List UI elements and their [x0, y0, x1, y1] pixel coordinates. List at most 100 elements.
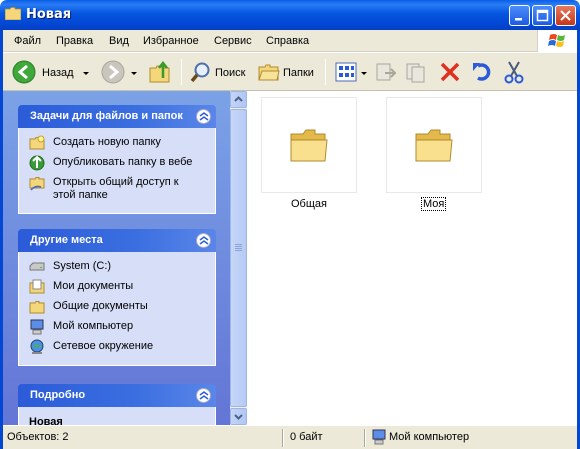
folder-item-moya[interactable]: [386, 97, 482, 193]
file-tasks-panel: Задачи для файлов и папок Создать новую …: [18, 105, 216, 214]
search-label: Поиск: [215, 67, 246, 79]
task-publish-web[interactable]: Опубликовать папку в вебе: [29, 154, 215, 174]
my-documents-icon: [29, 279, 45, 294]
details-name: Новая: [29, 416, 63, 425]
place-label[interactable]: Мой компьютер: [53, 320, 133, 332]
folder-item-obshchaya[interactable]: [261, 97, 357, 193]
folder-icon: [290, 129, 328, 162]
share-folder-icon: [29, 177, 45, 191]
collapse-chevron-icon[interactable]: [196, 388, 211, 403]
place-label[interactable]: Сетевое окружение: [53, 340, 153, 352]
folder-icon: [5, 7, 21, 20]
task-label[interactable]: Создать новую папку: [53, 136, 161, 148]
thumb-grip: [235, 246, 242, 247]
my-computer-icon: [372, 429, 386, 445]
maximize-button[interactable]: [532, 5, 553, 26]
search-button[interactable]: Поиск: [187, 57, 249, 87]
folders-button[interactable]: Папки: [255, 57, 321, 87]
scroll-thumb[interactable]: [230, 109, 247, 407]
details-header[interactable]: Подробно: [18, 384, 216, 407]
drive-icon: [29, 262, 45, 271]
place-my-documents[interactable]: Мои документы: [29, 278, 215, 298]
file-tasks-header[interactable]: Задачи для файлов и папок: [18, 105, 216, 128]
scroll-up-button[interactable]: [230, 91, 247, 108]
place-label[interactable]: Общие документы: [53, 300, 148, 312]
search-icon: [190, 62, 210, 83]
task-label[interactable]: Открыть общий доступ к этой папке: [53, 176, 203, 202]
copy-to-icon[interactable]: [405, 61, 427, 83]
place-network[interactable]: Сетевое окружение: [29, 338, 215, 358]
details-title: Подробно: [30, 389, 86, 401]
task-share-folder[interactable]: Открыть общий доступ к этой папке: [29, 174, 215, 206]
windows-flag-icon: [548, 34, 565, 47]
back-label: Назад: [42, 67, 74, 79]
details-body: Новая: [18, 407, 216, 425]
other-places-title: Другие места: [30, 234, 103, 246]
details-panel: Подробно Новая: [18, 384, 216, 425]
shared-documents-icon: [29, 301, 45, 314]
other-places-header[interactable]: Другие места: [18, 229, 216, 252]
chevron-down-icon: [234, 414, 243, 420]
task-pane-scrollbar[interactable]: [230, 91, 247, 425]
other-places-panel: Другие места System (C:) Мои документы О…: [18, 229, 216, 366]
toolbar: Назад Поиск Папки: [3, 53, 577, 91]
scroll-down-button[interactable]: [230, 408, 247, 425]
task-new-folder[interactable]: Создать новую папку: [29, 134, 215, 154]
task-pane: Задачи для файлов и папок Создать новую …: [3, 91, 230, 425]
total-size: 0 байт: [290, 431, 323, 443]
my-computer-icon: [30, 319, 44, 335]
folder-label[interactable]: Моя: [420, 197, 447, 211]
minimize-icon: [515, 18, 522, 21]
delete-icon[interactable]: [439, 61, 461, 83]
views-dropdown-icon[interactable]: [361, 72, 367, 75]
title-bar[interactable]: Новая: [0, 0, 580, 30]
toolbar-separator: [181, 59, 182, 85]
windows-logo: [537, 30, 577, 52]
collapse-chevron-icon[interactable]: [196, 109, 211, 124]
undo-icon[interactable]: [471, 61, 493, 83]
toolbar-separator: [325, 59, 326, 85]
menu-file[interactable]: Файл: [14, 35, 41, 47]
status-divider: [282, 429, 284, 447]
menu-help[interactable]: Справка: [266, 35, 309, 47]
folders-label: Папки: [283, 67, 314, 79]
place-label[interactable]: System (C:): [53, 260, 111, 272]
thumb-grip: [235, 248, 242, 249]
views-icon[interactable]: [335, 62, 357, 82]
back-button[interactable]: Назад: [9, 57, 91, 87]
menu-view[interactable]: Вид: [109, 35, 129, 47]
place-shared-documents[interactable]: Общие документы: [29, 298, 215, 318]
new-folder-icon: [29, 135, 45, 150]
network-icon: [30, 339, 44, 354]
folder-label[interactable]: Общая: [291, 198, 327, 210]
file-tasks-title: Задачи для файлов и папок: [30, 110, 183, 122]
back-dropdown-icon[interactable]: [83, 72, 89, 75]
menu-bar: Файл Правка Вид Избранное Сервис Справка: [3, 30, 577, 52]
chevron-up-icon: [234, 96, 243, 102]
place-label[interactable]: Мои документы: [53, 280, 133, 292]
folders-icon: [258, 64, 280, 81]
forward-dropdown-icon[interactable]: [131, 72, 137, 75]
file-list-view[interactable]: Общая Моя: [247, 91, 577, 425]
close-icon: [560, 10, 571, 21]
menu-favorites[interactable]: Избранное: [143, 35, 199, 47]
status-location: Мой компьютер: [389, 431, 470, 443]
folder-icon: [415, 129, 453, 162]
place-system-drive[interactable]: System (C:): [29, 258, 215, 278]
menu-tools[interactable]: Сервис: [214, 35, 252, 47]
task-label[interactable]: Опубликовать папку в вебе: [53, 156, 192, 168]
forward-arrow-icon[interactable]: [101, 60, 125, 84]
minimize-button[interactable]: [509, 5, 530, 26]
maximize-icon: [536, 9, 549, 22]
close-button[interactable]: [555, 5, 576, 26]
collapse-chevron-icon[interactable]: [196, 233, 211, 248]
web-publish-icon: [29, 155, 45, 171]
back-arrow-icon: [12, 60, 36, 84]
cut-icon[interactable]: [503, 60, 525, 84]
menu-edit[interactable]: Правка: [56, 35, 93, 47]
place-my-computer[interactable]: Мой компьютер: [29, 318, 215, 338]
object-count: Объектов: 2: [7, 431, 69, 443]
status-bar: Объектов: 2 0 байт Мой компьютер: [3, 425, 577, 449]
folder-up-icon[interactable]: [149, 61, 171, 83]
move-to-icon[interactable]: [375, 61, 397, 83]
